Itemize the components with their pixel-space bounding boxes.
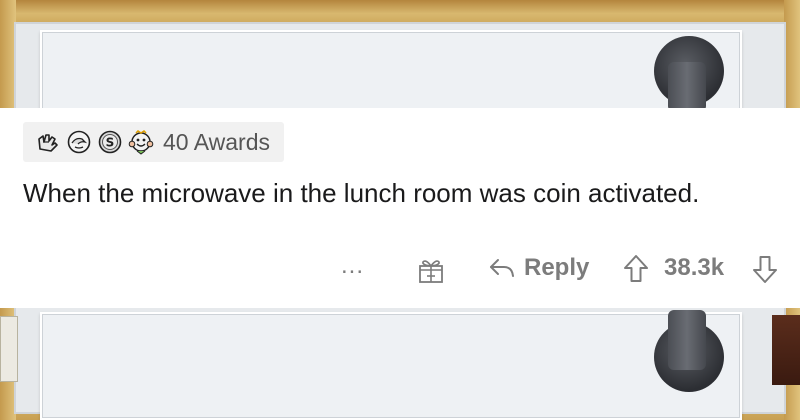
- drawer-handle: [668, 62, 706, 112]
- awards-bar[interactable]: S 40 Awards: [23, 122, 284, 162]
- silver-coin-award-icon: S: [97, 129, 123, 155]
- comment-card: S 40 Awards When the microwave in the lu…: [0, 108, 800, 308]
- svg-text:S: S: [106, 136, 115, 150]
- more-options-button[interactable]: ...: [341, 248, 364, 288]
- facepalm-award-icon: [66, 129, 92, 155]
- drawer-bottom: [40, 312, 742, 420]
- reply-arrow-icon: [490, 259, 514, 277]
- give-award-button[interactable]: [417, 256, 445, 284]
- drawer-handle: [668, 310, 706, 370]
- upvote-button[interactable]: [623, 254, 649, 284]
- downvote-button[interactable]: [752, 254, 778, 284]
- drawer-top: [40, 30, 742, 120]
- shaka-award-icon: [35, 129, 61, 155]
- gift-icon: [419, 260, 443, 283]
- awards-count: 40 Awards: [163, 128, 270, 155]
- downvote-arrow-icon: [753, 256, 777, 283]
- comment-text: When the microwave in the lunch room was…: [23, 178, 700, 208]
- dark-object: [772, 315, 800, 385]
- upvote-arrow-icon: [624, 255, 648, 282]
- reply-label: Reply: [524, 254, 590, 281]
- wholesome-award-icon: [128, 129, 154, 155]
- reply-button[interactable]: Reply: [488, 250, 589, 286]
- vote-score: 38.3k: [664, 254, 725, 281]
- comment-actions: ... Reply 38.3k: [0, 248, 800, 288]
- price-sticker: [0, 316, 18, 382]
